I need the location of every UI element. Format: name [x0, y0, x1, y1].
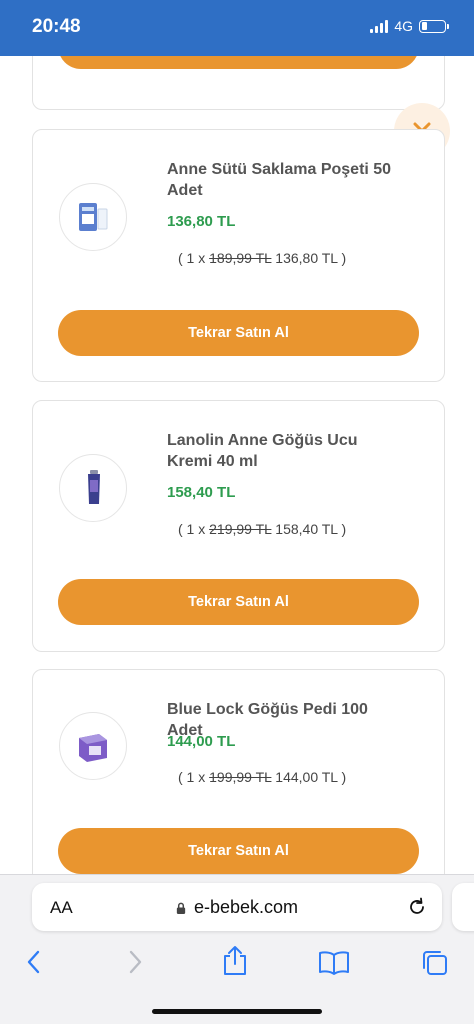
- milk-storage-bag-image: [79, 203, 108, 231]
- order-item-card: Lanolin Anne Göğüs Ucu Kremi 40 ml 158,4…: [32, 400, 445, 652]
- status-bar: 20:48 4G: [0, 0, 474, 56]
- rebuy-button[interactable]: Tekrar Satın Al: [58, 310, 419, 356]
- browser-bar: AA e-bebek.com: [0, 874, 474, 1024]
- quantity-prefix: ( 1 x: [178, 769, 206, 785]
- breast-pad-box-image: [79, 734, 107, 762]
- status-time: 20:48: [32, 16, 81, 37]
- product-price: 136,80 TL: [167, 213, 236, 230]
- bookmarks-icon[interactable]: [318, 950, 350, 976]
- address-bar[interactable]: AA e-bebek.com: [32, 883, 442, 931]
- product-price: 144,00 TL: [167, 733, 236, 750]
- rebuy-button-label: Tekrar Satın Al: [188, 325, 289, 341]
- reload-icon[interactable]: [406, 896, 428, 918]
- quantity-prefix: ( 1 x: [178, 521, 206, 537]
- share-icon[interactable]: [221, 945, 249, 977]
- lock-icon: [176, 902, 186, 914]
- unit-price: 158,40 TL ): [275, 521, 347, 537]
- product-title: Anne Sütü Saklama Poşeti 50 Adet: [167, 161, 392, 199]
- forward-icon[interactable]: [125, 949, 145, 975]
- battery-icon: [419, 19, 449, 33]
- unit-price: 136,80 TL ): [275, 250, 347, 266]
- price-breakdown: ( 1 x 189,99 TL 136,80 TL ): [178, 250, 346, 266]
- unit-price: 144,00 TL ): [275, 769, 347, 785]
- old-price: 219,99 TL: [209, 521, 272, 537]
- old-price: 189,99 TL: [209, 250, 272, 266]
- product-title: Lanolin Anne Göğüs Ucu Kremi 40 ml: [167, 432, 358, 470]
- nipple-cream-tube-image: [88, 470, 100, 504]
- url-display[interactable]: e-bebek.com: [32, 897, 442, 918]
- old-price: 199,99 TL: [209, 769, 272, 785]
- rebuy-button-label: Tekrar Satın Al: [188, 843, 289, 859]
- rebuy-button[interactable]: Tekrar Satın Al: [58, 828, 419, 874]
- product-image: [59, 712, 127, 780]
- rebuy-button[interactable]: Tekrar Satın Al: [58, 56, 419, 69]
- rebuy-button-label: Tekrar Satın Al: [188, 594, 289, 610]
- back-icon[interactable]: [24, 949, 44, 975]
- order-item-card: Blue Lock Göğüs Pedi 100 Adet 144,00 TL …: [32, 669, 445, 874]
- signal-icon: [370, 19, 389, 33]
- order-item-card: Anne Sütü Saklama Poşeti 50 Adet 136,80 …: [32, 129, 445, 382]
- price-breakdown: ( 1 x 219,99 TL 158,40 TL ): [178, 521, 346, 537]
- next-tab-preview[interactable]: [452, 883, 474, 931]
- product-image: [59, 183, 127, 251]
- product-image: [59, 454, 127, 522]
- tabs-icon[interactable]: [420, 948, 450, 978]
- home-indicator: [152, 1009, 322, 1014]
- order-items-page: Tekrar Satın Al Anne Sütü Saklama Poşeti…: [0, 56, 474, 874]
- product-price: 158,40 TL: [167, 484, 236, 501]
- status-indicators: 4G: [370, 18, 449, 34]
- network-label: 4G: [394, 18, 413, 34]
- price-breakdown: ( 1 x 199,99 TL 144,00 TL ): [178, 769, 346, 785]
- order-item-card-previous: Tekrar Satın Al: [32, 56, 445, 110]
- quantity-prefix: ( 1 x: [178, 250, 206, 266]
- rebuy-button[interactable]: Tekrar Satın Al: [58, 579, 419, 625]
- url-text: e-bebek.com: [193, 897, 299, 917]
